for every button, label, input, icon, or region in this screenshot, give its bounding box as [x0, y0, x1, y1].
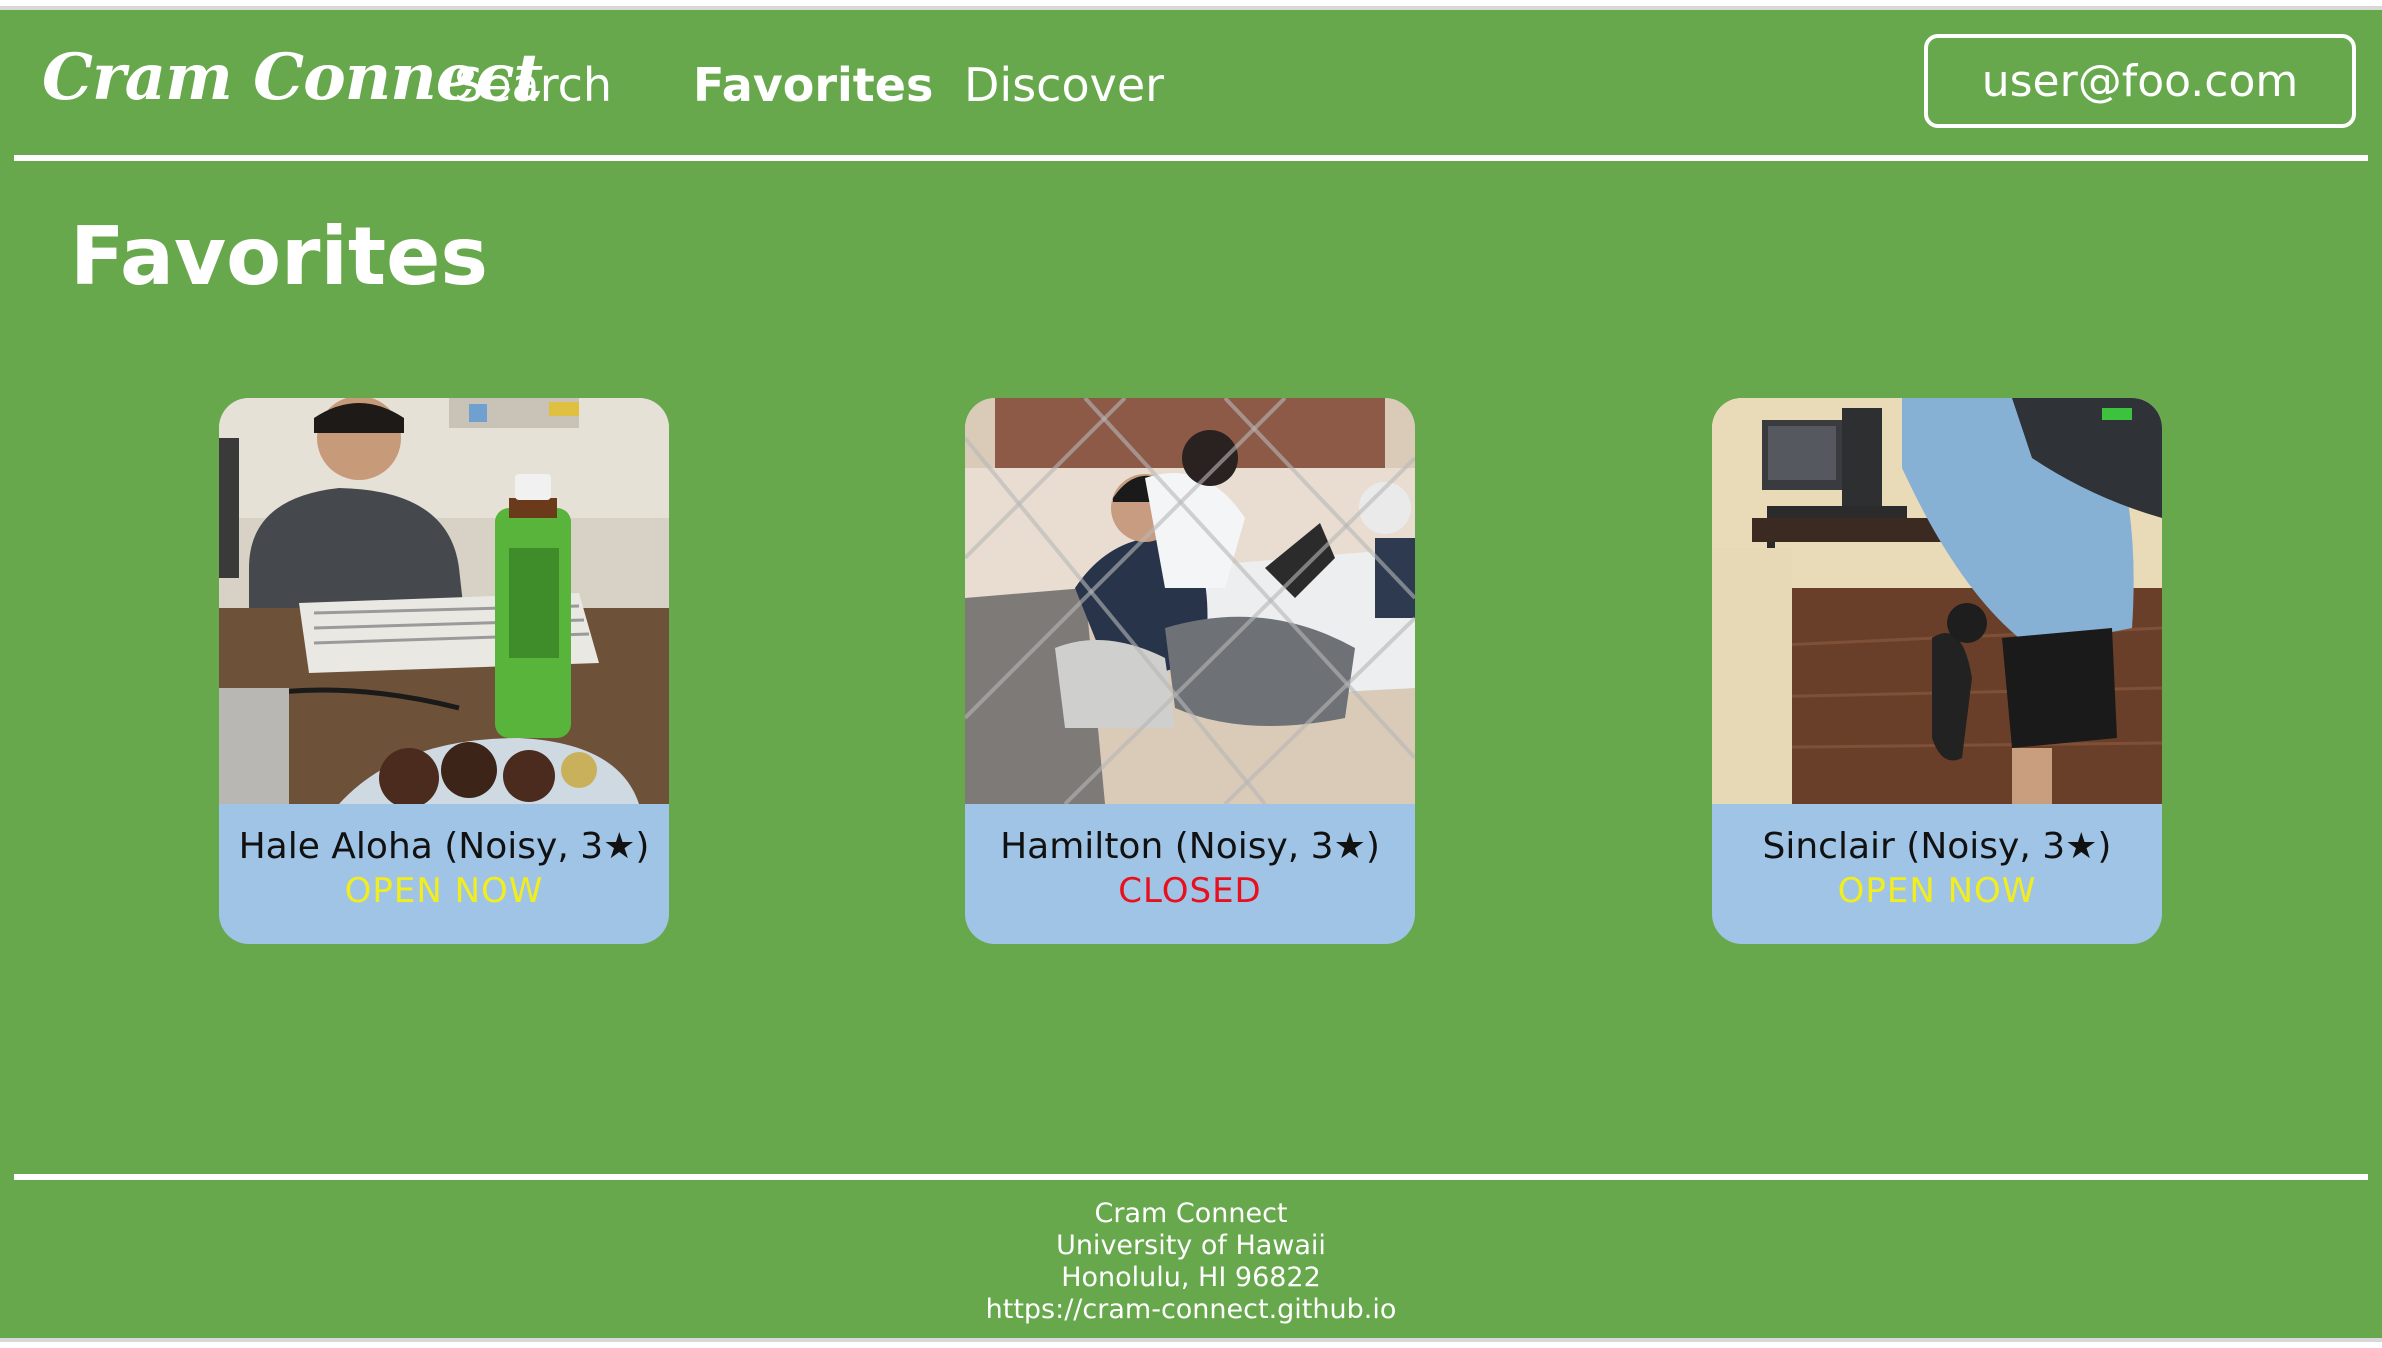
- card-photo: [219, 398, 669, 804]
- footer-app-name: Cram Connect: [1094, 1198, 1288, 1229]
- card-photo: [1712, 398, 2162, 804]
- footer-divider: [14, 1174, 2368, 1180]
- card-title[interactable]: Hale Aloha (Noisy, 3★): [219, 826, 669, 867]
- favorite-card-sinclair[interactable]: Sinclair (Noisy, 3★) OPEN NOW: [1712, 398, 2162, 944]
- card-caption: Hamilton (Noisy, 3★) CLOSED: [965, 804, 1415, 944]
- user-menu-button[interactable]: user@foo.com: [1924, 34, 2356, 128]
- footer-university: University of Hawaii: [1056, 1230, 1326, 1261]
- study-table-photo-icon: [219, 398, 669, 804]
- header-divider: [14, 155, 2368, 161]
- card-title[interactable]: Hamilton (Noisy, 3★): [965, 826, 1415, 867]
- navbar: Cram Connect Search Favorites Discover u…: [0, 10, 2382, 162]
- page-title: Favorites: [70, 210, 489, 303]
- nav-favorites-link[interactable]: Favorites: [693, 58, 933, 112]
- nav-search-link[interactable]: Search: [454, 58, 612, 112]
- footer-website-link[interactable]: https://cram-connect.github.io: [0, 1294, 2382, 1326]
- card-title[interactable]: Sinclair (Noisy, 3★): [1712, 826, 2162, 867]
- card-status-badge: OPEN NOW: [344, 871, 544, 911]
- app-page: Cram Connect Search Favorites Discover u…: [0, 6, 2382, 1342]
- card-photo: [965, 398, 1415, 804]
- card-caption: Sinclair (Noisy, 3★) OPEN NOW: [1712, 804, 2162, 944]
- favorite-card-hale-aloha[interactable]: Hale Aloha (Noisy, 3★) OPEN NOW: [219, 398, 669, 944]
- footer: Cram Connect University of Hawaii Honolu…: [0, 1198, 2382, 1326]
- computer-desk-photo-icon: [1712, 398, 2162, 804]
- card-caption: Hale Aloha (Noisy, 3★) OPEN NOW: [219, 804, 669, 944]
- favorite-card-hamilton[interactable]: Hamilton (Noisy, 3★) CLOSED: [965, 398, 1415, 944]
- card-status-badge: CLOSED: [1118, 871, 1262, 911]
- nav-discover-link[interactable]: Discover: [964, 58, 1164, 112]
- card-status-badge: OPEN NOW: [1837, 871, 2037, 911]
- study-room-photo-icon: [965, 398, 1415, 804]
- footer-address: Honolulu, HI 96822: [1061, 1262, 1321, 1293]
